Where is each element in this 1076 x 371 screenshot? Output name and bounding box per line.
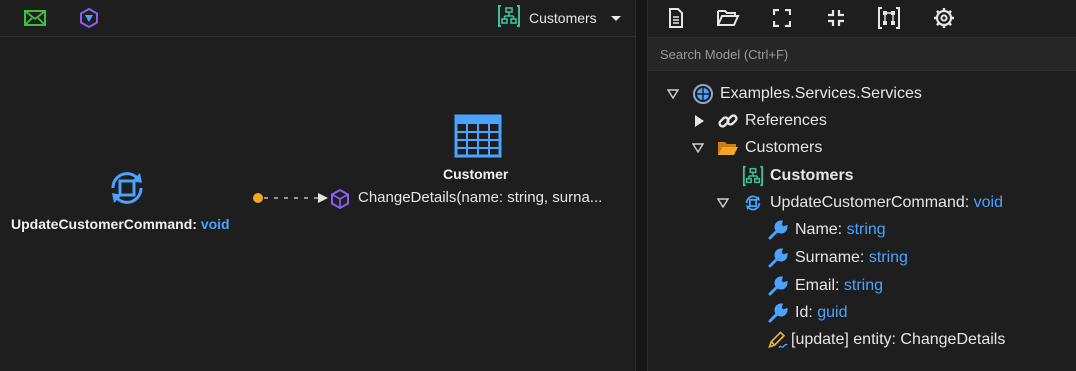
command-node-separator: :: [192, 216, 197, 232]
property-type: string: [868, 249, 908, 266]
table-icon: [454, 114, 502, 158]
triangle-down-icon: [717, 198, 729, 208]
property-name: Name:: [795, 221, 843, 238]
tree-expander-root[interactable]: [666, 87, 680, 101]
diagram-hierarchy-icon: [742, 165, 764, 187]
tree-item-mapping-label: [update] entity: ChangeDetails: [791, 331, 1006, 348]
tree-item-diagram-label: Customers: [770, 167, 854, 184]
tree-item-folder[interactable]: Customers: [717, 135, 822, 161]
diagram-toolbar: Customers: [0, 0, 635, 37]
model-tree-pane: Examples.Services.Services References: [648, 0, 1076, 371]
tree-item-property[interactable]: Name: string: [767, 217, 886, 243]
tree-expander-command[interactable]: [716, 196, 730, 210]
tree-item-property[interactable]: Email: string: [767, 273, 883, 299]
search-model-box: [648, 37, 1076, 71]
property-type: string: [843, 277, 884, 294]
association-line: [253, 193, 328, 203]
chevron-down-icon: [610, 15, 621, 21]
diagram-hierarchy-icon: [497, 4, 521, 33]
tree-item-references[interactable]: References: [717, 108, 827, 134]
diagram-selector-label: Customers: [529, 10, 597, 26]
property-name: Email:: [795, 277, 840, 294]
property-name: Surname:: [795, 249, 865, 266]
tree-expander-references[interactable]: [692, 114, 706, 128]
wrench-icon: [767, 302, 789, 324]
wrench-icon: [767, 219, 789, 241]
globe-icon: [692, 83, 714, 105]
domain-cube-icon[interactable]: [77, 6, 101, 30]
pencil-mapping-icon: [767, 329, 789, 351]
diagram-view-icon[interactable]: [877, 6, 901, 30]
diagram-pane[interactable]: Customers UpdateCustomerCommand: void Cu…: [0, 0, 635, 371]
tree-item-folder-label: Customers: [745, 139, 823, 156]
property-type: string: [846, 221, 886, 238]
triangle-down-icon: [692, 143, 704, 153]
diagram-selector[interactable]: Customers: [497, 4, 621, 33]
tree-item-diagram[interactable]: Customers: [742, 163, 854, 189]
envelope-icon[interactable]: [23, 6, 47, 30]
tree-item-property[interactable]: Surname: string: [767, 245, 908, 271]
folder-icon: [717, 137, 739, 159]
open-folder-icon[interactable]: [716, 6, 740, 30]
tree-item-command[interactable]: UpdateCustomerCommand: void: [742, 190, 1003, 216]
document-icon[interactable]: [664, 6, 688, 30]
tree-item-command-type: void: [973, 194, 1004, 211]
tree-item-mapping[interactable]: [update] entity: ChangeDetails: [767, 327, 1005, 353]
wrench-icon: [767, 275, 789, 297]
command-icon: [105, 166, 149, 210]
pane-splitter[interactable]: [635, 0, 648, 371]
link-icon: [717, 110, 739, 132]
association-operation-label: ChangeDetails(name: string, surna...: [358, 189, 603, 206]
entity-node-label: Customer: [443, 166, 509, 182]
tree-expander-folder[interactable]: [691, 141, 705, 155]
command-icon: [742, 192, 764, 214]
tree-item-root[interactable]: Examples.Services.Services: [692, 81, 922, 107]
triangle-down-icon: [667, 89, 679, 99]
operation-cube-icon: [330, 188, 350, 210]
search-input[interactable]: [648, 38, 1076, 70]
property-name: Id:: [795, 304, 813, 321]
tree-item-property[interactable]: Id: guid: [767, 300, 848, 326]
triangle-right-icon: [695, 115, 704, 127]
property-type: guid: [817, 304, 848, 321]
expand-icon[interactable]: [770, 6, 794, 30]
tree-item-root-label: Examples.Services.Services: [720, 85, 922, 102]
wrench-icon: [767, 247, 789, 269]
tree-item-command-name: UpdateCustomerCommand:: [770, 194, 970, 211]
command-node-name: UpdateCustomerCommand: [11, 216, 193, 232]
collapse-icon[interactable]: [824, 6, 848, 30]
command-node-label: UpdateCustomerCommand: void: [11, 216, 230, 232]
command-node-return-type: void: [200, 216, 230, 232]
gear-icon[interactable]: [932, 6, 956, 30]
tree-item-references-label: References: [745, 112, 827, 129]
tree-toolbar: [648, 0, 1076, 36]
